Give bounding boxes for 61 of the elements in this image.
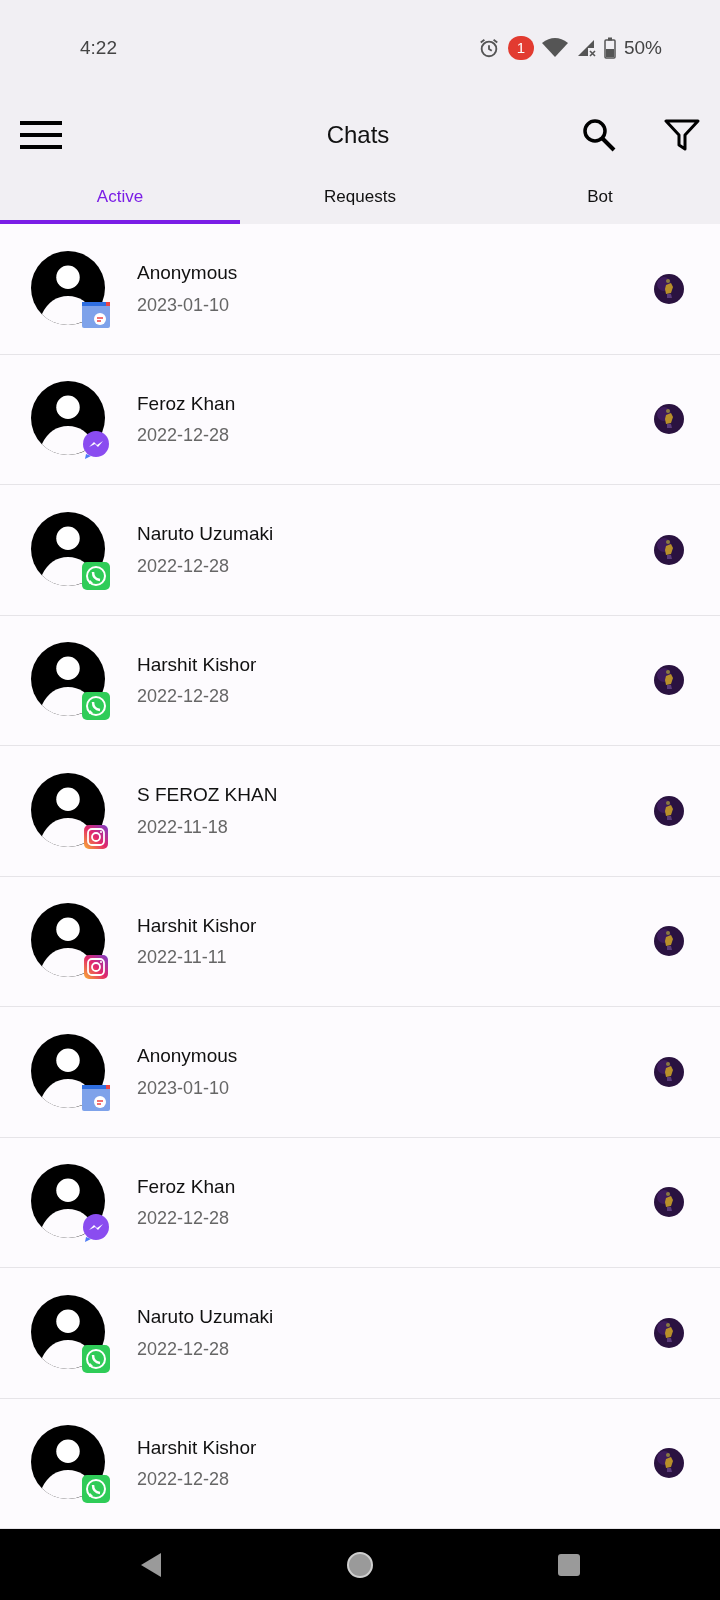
- contact-name: Harshit Kishor: [137, 1435, 258, 1460]
- avatar-icon: [31, 381, 105, 456]
- avatar-icon: [31, 1294, 105, 1369]
- menu-icon[interactable]: [20, 120, 62, 150]
- whatsapp-icon: [81, 1343, 111, 1374]
- screen-title: Chats: [325, 120, 390, 150]
- whatsapp-icon: [81, 1474, 111, 1505]
- chat-window-icon: [81, 299, 111, 330]
- chat-row[interactable]: Anonymous 2023-01-10: [0, 224, 720, 355]
- chat-row[interactable]: Naruto Uzumaki 2022-12-28: [0, 1268, 720, 1399]
- avatar-icon: [31, 772, 105, 847]
- chat-row[interactable]: Naruto Uzumaki 2022-12-28: [0, 485, 720, 616]
- battery-level: 50%: [623, 35, 662, 60]
- avatar-icon: [31, 511, 105, 586]
- contact-name: Naruto Uzumaki: [137, 522, 275, 546]
- back-icon[interactable]: [139, 1552, 164, 1578]
- avatar-icon: [31, 903, 105, 978]
- messenger-icon: [81, 430, 111, 461]
- chat-row[interactable]: S FEROZ KHAN 2022-11-18: [0, 746, 720, 877]
- chat-date: 2022-12-28: [137, 424, 231, 447]
- contact-name: Harshit Kishor: [137, 913, 258, 938]
- messenger-icon: [81, 1213, 111, 1244]
- contact-name: Feroz Khan: [137, 1174, 237, 1199]
- chat-date: 2022-12-28: [137, 554, 231, 578]
- notification-badge: 1: [507, 35, 534, 61]
- contact-name: Feroz Khan: [137, 391, 237, 416]
- whatsapp-icon: [81, 691, 111, 722]
- status-time: 4:22: [80, 35, 117, 60]
- home-icon[interactable]: [346, 1551, 374, 1579]
- chat-date: 2022-12-28: [137, 1468, 231, 1491]
- contact-name: S FEROZ KHAN: [137, 783, 279, 807]
- chat-row[interactable]: Harshit Kishor 2022-12-28: [0, 615, 720, 746]
- chat-row[interactable]: Harshit Kishor 2022-12-28: [0, 1398, 720, 1529]
- chat-date: 2022-11-11: [137, 946, 228, 969]
- whatsapp-icon: [81, 560, 111, 591]
- contact-name: Naruto Uzumaki: [137, 1305, 275, 1329]
- chat-date: 2023-01-10: [137, 1076, 231, 1100]
- contact-name: Anonymous: [137, 1044, 239, 1068]
- tab[interactable]: Bot: [480, 174, 720, 224]
- tab[interactable]: Requests: [240, 174, 480, 224]
- wifi-icon: [541, 38, 568, 58]
- chat-date: 2022-12-28: [137, 685, 231, 708]
- battery-icon: [603, 37, 616, 59]
- chat-row[interactable]: Anonymous 2023-01-10: [0, 1007, 720, 1138]
- chat-row[interactable]: Feroz Khan 2022-12-28: [0, 1137, 720, 1268]
- chat-window-icon: [81, 1082, 111, 1113]
- filter-icon[interactable]: [664, 119, 700, 151]
- chat-row[interactable]: Harshit Kishor 2022-11-11: [0, 876, 720, 1007]
- avatar-icon: [31, 1164, 105, 1239]
- avatar-icon: [31, 642, 105, 717]
- avatar-icon: [31, 1425, 105, 1500]
- search-icon[interactable]: [582, 118, 616, 152]
- chat-date: 2022-12-28: [137, 1337, 231, 1361]
- chat-date: 2023-01-10: [137, 293, 231, 317]
- tab[interactable]: Active: [0, 174, 240, 224]
- contact-name: Harshit Kishor: [137, 652, 258, 677]
- recents-icon[interactable]: [556, 1553, 581, 1577]
- chat-date: 2022-11-18: [137, 815, 229, 839]
- contact-name: Anonymous: [137, 261, 239, 285]
- chat-row[interactable]: Feroz Khan 2022-12-28: [0, 354, 720, 485]
- chat-date: 2022-12-28: [137, 1207, 231, 1230]
